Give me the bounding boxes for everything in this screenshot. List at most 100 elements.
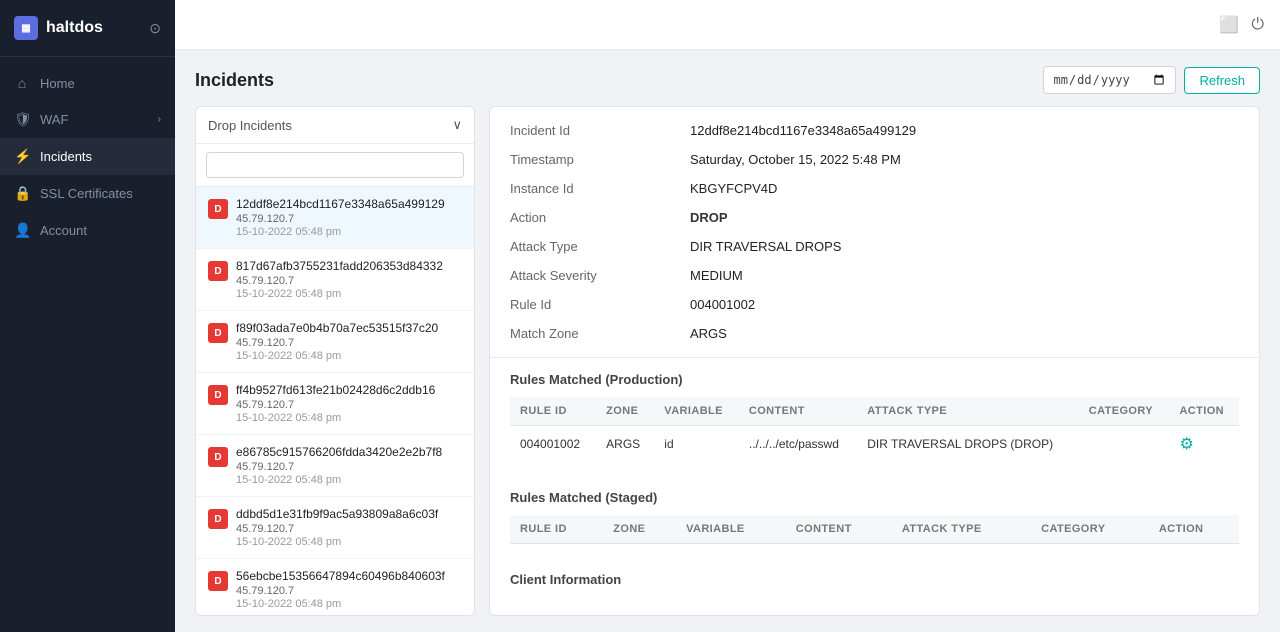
rules-production-thead: RULE IDZONEVARIABLECONTENTATTACK TYPECAT… <box>510 397 1239 426</box>
column-header: CONTENT <box>739 397 857 426</box>
rule-id-value: 004001002 <box>690 297 1239 312</box>
rules-production-title: Rules Matched (Production) <box>510 372 1239 387</box>
incident-info: 12ddf8e214bcd1167e3348a65a499129 45.79.1… <box>236 197 462 238</box>
attack-severity-value: MEDIUM <box>690 268 1239 283</box>
incident-info: ff4b9527fd613fe21b02428d6c2ddb16 45.79.1… <box>236 383 462 424</box>
sidebar-item-incidents-label: Incidents <box>40 149 92 164</box>
detail-grid: Incident Id 12ddf8e214bcd1167e3348a65a49… <box>510 123 1239 341</box>
column-header: CATEGORY <box>1031 515 1149 544</box>
rule-id-label: Rule Id <box>510 297 670 312</box>
timestamp-value: Saturday, October 15, 2022 5:48 PM <box>690 152 1239 167</box>
table-row: 004001002ARGSid../../../etc/passwdDIR TR… <box>510 426 1239 463</box>
sidebar-item-home-label: Home <box>40 76 75 91</box>
match-zone-label: Match Zone <box>510 326 670 341</box>
attack-type-label: Attack Type <box>510 239 670 254</box>
incident-info: f89f03ada7e0b4b70a7ec53515f37c20 45.79.1… <box>236 321 462 362</box>
incident-ip: 45.79.120.7 <box>236 461 462 473</box>
chevron-right-icon: › <box>158 114 161 125</box>
sidebar-nav: ⌂ Home 🛡 WAF › ⚡ Incidents 🔒 SSL Certifi… <box>0 57 175 632</box>
client-info-title: Client Information <box>510 572 1239 587</box>
date-input[interactable] <box>1043 66 1176 94</box>
incident-ip: 45.79.120.7 <box>236 399 462 411</box>
detail-section: Incident Id 12ddf8e214bcd1167e3348a65a49… <box>490 107 1259 358</box>
page-header: Incidents Refresh <box>195 66 1260 94</box>
monitor-icon[interactable]: ⬜ <box>1219 15 1239 35</box>
column-header: VARIABLE <box>654 397 739 426</box>
category-cell <box>1079 426 1170 463</box>
sidebar-item-incidents[interactable]: ⚡ Incidents <box>0 138 175 175</box>
incident-id-label: Incident Id <box>510 123 670 138</box>
column-header: ACTION <box>1169 397 1239 426</box>
rules-production-table: RULE IDZONEVARIABLECONTENTATTACK TYPECAT… <box>510 397 1239 462</box>
column-header: ZONE <box>596 397 654 426</box>
settings-icon[interactable]: ⊙ <box>149 20 161 37</box>
refresh-button[interactable]: Refresh <box>1184 67 1260 94</box>
incident-list-panel: Drop Incidents ∨ D 12ddf8e214bcd1167e334… <box>195 106 475 616</box>
incident-info: ddbd5d1e31fb9f9ac5a93809a8a6c03f 45.79.1… <box>236 507 462 548</box>
incident-badge: D <box>208 261 228 281</box>
incident-id: ff4b9527fd613fe21b02428d6c2ddb16 <box>236 383 462 397</box>
rules-staged-thead: RULE IDZONEVARIABLECONTENTATTACK TYPECAT… <box>510 515 1239 544</box>
incident-item[interactable]: D f89f03ada7e0b4b70a7ec53515f37c20 45.79… <box>196 311 474 373</box>
incident-info: e86785c915766206fdda3420e2e2b7f8 45.79.1… <box>236 445 462 486</box>
action-icon[interactable]: ⚙ <box>1179 436 1193 453</box>
home-icon: ⌂ <box>14 75 30 91</box>
incident-badge: D <box>208 385 228 405</box>
incident-item[interactable]: D ff4b9527fd613fe21b02428d6c2ddb16 45.79… <box>196 373 474 435</box>
dropdown-header[interactable]: Drop Incidents ∨ <box>196 107 474 144</box>
instance-id-value: KBGYFCPV4D <box>690 181 1239 196</box>
rules-staged-title: Rules Matched (Staged) <box>510 490 1239 505</box>
timestamp-label: Timestamp <box>510 152 670 167</box>
incident-item[interactable]: D 12ddf8e214bcd1167e3348a65a499129 45.79… <box>196 187 474 249</box>
column-header: ZONE <box>603 515 676 544</box>
logo-area: ▦ haltdos ⊙ <box>0 0 175 57</box>
sidebar: ▦ haltdos ⊙ ⌂ Home 🛡 WAF › ⚡ Incidents 🔒… <box>0 0 175 632</box>
rules-staged-table: RULE IDZONEVARIABLECONTENTATTACK TYPECAT… <box>510 515 1239 544</box>
action-value: DROP <box>690 210 1239 225</box>
sidebar-item-ssl[interactable]: 🔒 SSL Certificates <box>0 175 175 212</box>
sidebar-item-account-label: Account <box>40 223 87 238</box>
rules-production-header-row: RULE IDZONEVARIABLECONTENTATTACK TYPECAT… <box>510 397 1239 426</box>
search-input[interactable] <box>206 152 464 178</box>
panels: Drop Incidents ∨ D 12ddf8e214bcd1167e334… <box>195 106 1260 616</box>
topbar: ⬜ ⏻ <box>175 0 1280 50</box>
incident-badge: D <box>208 571 228 591</box>
incident-item[interactable]: D e86785c915766206fdda3420e2e2b7f8 45.79… <box>196 435 474 497</box>
column-header: CATEGORY <box>1079 397 1170 426</box>
zone-cell: ARGS <box>596 426 654 463</box>
date-filter: Refresh <box>1043 66 1260 94</box>
app-name: haltdos <box>46 19 103 37</box>
incident-id: 12ddf8e214bcd1167e3348a65a499129 <box>236 197 462 211</box>
sidebar-item-account[interactable]: 👤 Account <box>0 212 175 249</box>
action-cell: ⚙ <box>1169 426 1239 463</box>
rules-staged-section: Rules Matched (Staged) RULE IDZONEVARIAB… <box>490 476 1259 558</box>
attack-type-cell: DIR TRAVERSAL DROPS (DROP) <box>857 426 1078 463</box>
incident-id: f89f03ada7e0b4b70a7ec53515f37c20 <box>236 321 462 335</box>
incident-badge: D <box>208 199 228 219</box>
power-icon[interactable]: ⏻ <box>1251 16 1264 34</box>
incident-time: 15-10-2022 05:48 pm <box>236 598 462 610</box>
sidebar-item-home[interactable]: ⌂ Home <box>0 65 175 101</box>
waf-icon: 🛡 <box>14 111 30 128</box>
incident-id: e86785c915766206fdda3420e2e2b7f8 <box>236 445 462 459</box>
incident-time: 15-10-2022 05:48 pm <box>236 350 462 362</box>
chevron-down-icon: ∨ <box>452 117 462 133</box>
page-title: Incidents <box>195 70 274 91</box>
incident-item[interactable]: D ddbd5d1e31fb9f9ac5a93809a8a6c03f 45.79… <box>196 497 474 559</box>
incident-time: 15-10-2022 05:48 pm <box>236 412 462 424</box>
incident-info: 817d67afb3755231fadd206353d84332 45.79.1… <box>236 259 462 300</box>
incident-badge: D <box>208 447 228 467</box>
incident-id: 56ebcbe15356647894c60496b840603f <box>236 569 462 583</box>
column-header: RULE ID <box>510 397 596 426</box>
action-label: Action <box>510 210 670 225</box>
ssl-icon: 🔒 <box>14 185 30 202</box>
sidebar-item-ssl-label: SSL Certificates <box>40 186 133 201</box>
incident-item[interactable]: D 817d67afb3755231fadd206353d84332 45.79… <box>196 249 474 311</box>
match-zone-value: ARGS <box>690 326 1239 341</box>
incident-item[interactable]: D 56ebcbe15356647894c60496b840603f 45.79… <box>196 559 474 615</box>
variable-cell: id <box>654 426 739 463</box>
sidebar-item-waf[interactable]: 🛡 WAF › <box>0 101 175 138</box>
column-header: ACTION <box>1149 515 1239 544</box>
column-header: CONTENT <box>786 515 892 544</box>
sidebar-item-waf-label: WAF <box>40 112 68 127</box>
